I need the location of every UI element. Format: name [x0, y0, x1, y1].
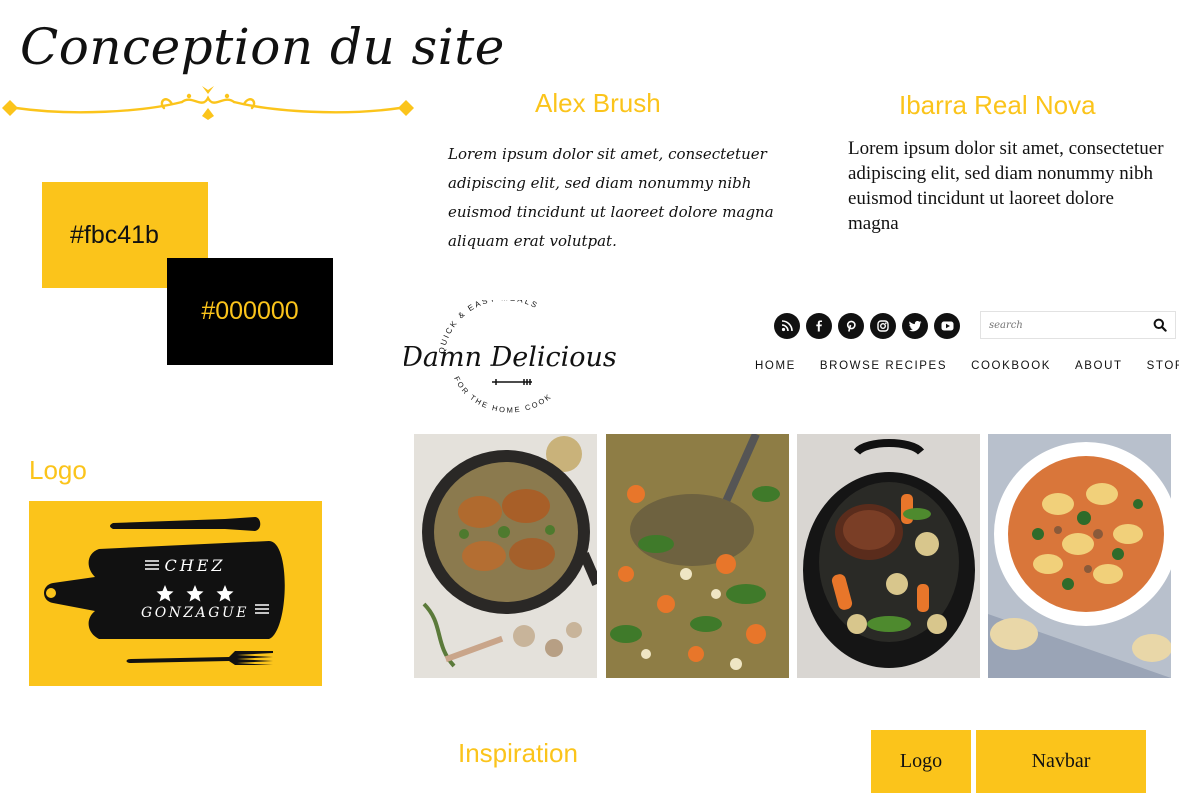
youtube-icon[interactable] [934, 313, 960, 339]
font-name-alex-brush: Alex Brush [535, 88, 661, 118]
color-swatch-secondary-label: #000000 [201, 297, 299, 325]
logo-layout-button-label: Logo [899, 750, 943, 772]
nav-item-about[interactable]: ABOUT [1075, 360, 1123, 372]
nav-item-browse-recipes[interactable]: BROWSE RECIPES [820, 360, 947, 372]
ornament-divider-icon [2, 86, 414, 120]
facebook-icon[interactable] [806, 313, 832, 339]
page-title: Conception du site [20, 18, 505, 76]
font-sample-alex-brush: Lorem ipsum dolor sit amet, consectetuer… [448, 145, 774, 250]
site-logo-name: Damn Delicious [404, 342, 617, 373]
slow-cooker-roast-photo [797, 434, 980, 678]
color-swatch-secondary: #000000 [167, 258, 333, 365]
rss-icon[interactable] [774, 313, 800, 339]
twitter-icon[interactable] [902, 313, 928, 339]
inspiration-site-logo[interactable]: QUICK & EASY MEALS Damn Delicious FOR TH… [400, 293, 618, 418]
nav-item-home[interactable]: HOME [755, 360, 796, 372]
search-icon[interactable] [1153, 318, 1167, 332]
color-swatch-primary-label: #fbc41b [70, 220, 159, 249]
navbar-layout-button[interactable]: Navbar [976, 730, 1146, 793]
pinterest-icon[interactable] [838, 313, 864, 339]
tortellini-soup-photo [988, 434, 1171, 678]
instagram-icon[interactable] [870, 313, 896, 339]
site-logo-bottom-arc: FOR THE HOME COOK [452, 375, 554, 415]
logo-text-line1: CHEZ [165, 556, 226, 575]
site-navbar: HOME BROWSE RECIPES COOKBOOK ABOUT STORE [755, 360, 1179, 372]
font-sample-ibarra-real-nova: Lorem ipsum dolor sit amet, consectetuer… [848, 138, 1164, 234]
logo-layout-button[interactable]: Logo [871, 730, 971, 793]
inspiration-heading: Inspiration [458, 738, 578, 768]
social-icons [774, 313, 960, 339]
logo-preview: CHEZ GONZAGUE [29, 501, 322, 686]
logo-heading: Logo [29, 455, 87, 485]
search-input[interactable] [981, 312, 1157, 338]
cutting-board-logo-icon: CHEZ GONZAGUE [44, 517, 285, 665]
vegetable-soup-photo [606, 434, 789, 678]
chicken-skillet-photo [414, 434, 597, 678]
search-bar [980, 311, 1176, 339]
navbar-layout-button-label: Navbar [1031, 750, 1091, 772]
nav-item-store[interactable]: STORE [1147, 360, 1179, 372]
logo-text-line2: GONZAGUE [141, 605, 249, 621]
nav-item-cookbook[interactable]: COOKBOOK [971, 360, 1051, 372]
font-name-ibarra-real-nova: Ibarra Real Nova [899, 90, 1096, 120]
